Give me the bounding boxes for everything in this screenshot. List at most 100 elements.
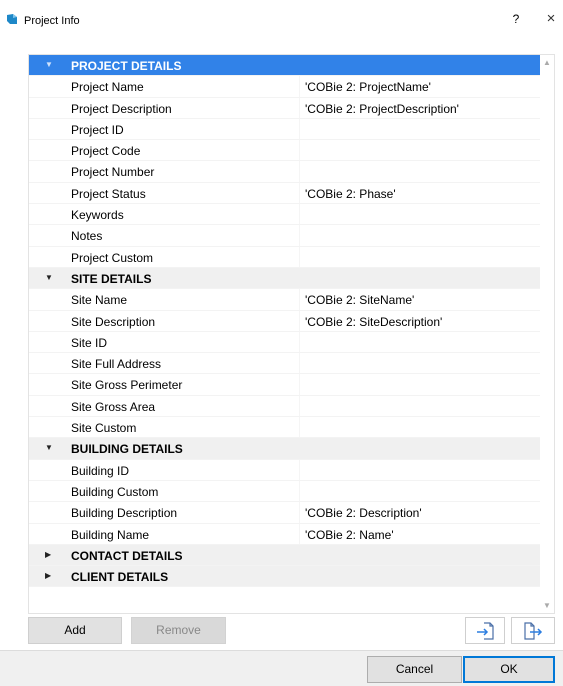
property-value[interactable]: 'COBie 2: SiteName' bbox=[305, 293, 414, 307]
section-header[interactable]: ▶ CLIENT DETAILS bbox=[29, 566, 541, 588]
column-divider bbox=[299, 246, 300, 267]
export-icon bbox=[524, 621, 543, 640]
scroll-down-icon[interactable]: ▼ bbox=[543, 601, 551, 610]
property-row[interactable]: Building ID bbox=[29, 459, 541, 481]
property-row[interactable]: Site Description 'COBie 2: SiteDescriptio… bbox=[29, 310, 541, 332]
ok-button[interactable]: OK bbox=[463, 656, 555, 683]
collapse-caret-icon[interactable]: ▼ bbox=[45, 443, 53, 452]
property-row[interactable]: Site ID bbox=[29, 331, 541, 354]
column-divider bbox=[299, 417, 300, 438]
column-divider bbox=[299, 502, 300, 523]
column-divider bbox=[299, 140, 300, 161]
property-label: Site Gross Area bbox=[71, 399, 156, 414]
property-row[interactable]: Site Name 'COBie 2: SiteName' bbox=[29, 289, 541, 311]
add-button[interactable]: Add bbox=[28, 617, 122, 644]
property-row[interactable]: Project Code bbox=[29, 140, 541, 162]
property-label: Building Description bbox=[71, 506, 178, 521]
property-label: Building Custom bbox=[71, 484, 159, 499]
property-label: Project Description bbox=[71, 101, 172, 116]
expand-caret-icon[interactable]: ▶ bbox=[45, 550, 51, 559]
scroll-up-icon[interactable]: ▲ bbox=[543, 58, 551, 67]
property-value[interactable]: 'COBie 2: SiteDescription' bbox=[305, 315, 442, 329]
property-label: Building ID bbox=[71, 463, 130, 478]
property-value[interactable]: 'COBie 2: Name' bbox=[305, 528, 394, 542]
property-row[interactable]: Project Description 'COBie 2: ProjectDesc… bbox=[29, 97, 541, 119]
vertical-scrollbar[interactable]: ▲ ▼ bbox=[540, 55, 554, 613]
section-title: PROJECT DETAILS bbox=[71, 59, 182, 73]
property-row[interactable]: Project Name 'COBie 2: ProjectName' bbox=[29, 76, 541, 98]
section-header[interactable]: ▼ BUILDING DETAILS bbox=[29, 438, 541, 460]
property-label: Project Number bbox=[71, 165, 155, 180]
section-header[interactable]: ▼ PROJECT DETAILS bbox=[29, 55, 541, 77]
column-divider bbox=[299, 204, 300, 225]
property-row[interactable]: Project Status 'COBie 2: Phase' bbox=[29, 182, 541, 205]
property-row[interactable]: Building Name 'COBie 2: Name' bbox=[29, 523, 541, 545]
column-divider bbox=[299, 310, 300, 331]
close-button[interactable]: × bbox=[544, 10, 558, 27]
column-divider bbox=[299, 523, 300, 544]
section-header[interactable]: ▶ CONTACT DETAILS bbox=[29, 544, 541, 567]
property-label: Project ID bbox=[71, 122, 124, 137]
column-divider bbox=[299, 161, 300, 182]
property-row[interactable]: Project ID bbox=[29, 118, 541, 141]
property-value[interactable]: 'COBie 2: Description' bbox=[305, 506, 422, 520]
property-row[interactable]: Building Description 'COBie 2: Descriptio… bbox=[29, 502, 541, 524]
section-title: CONTACT DETAILS bbox=[71, 548, 183, 563]
property-row[interactable]: Notes bbox=[29, 225, 541, 247]
property-label: Site Description bbox=[71, 314, 156, 329]
property-row[interactable]: Project Custom bbox=[29, 246, 541, 268]
column-divider bbox=[299, 289, 300, 310]
property-row[interactable]: Site Gross Perimeter bbox=[29, 374, 541, 396]
section-title: CLIENT DETAILS bbox=[71, 570, 169, 585]
column-divider bbox=[299, 353, 300, 374]
property-value[interactable]: 'COBie 2: ProjectDescription' bbox=[305, 102, 459, 116]
column-divider bbox=[299, 374, 300, 395]
column-divider bbox=[299, 225, 300, 246]
export-button[interactable] bbox=[511, 617, 555, 644]
property-label: Site Full Address bbox=[71, 357, 162, 372]
column-divider bbox=[299, 395, 300, 417]
section-title: BUILDING DETAILS bbox=[71, 442, 183, 457]
property-row[interactable]: Project Number bbox=[29, 161, 541, 183]
cancel-button[interactable]: Cancel bbox=[367, 656, 462, 683]
property-label: Site ID bbox=[71, 335, 108, 350]
app-icon bbox=[7, 14, 17, 24]
property-label: Project Custom bbox=[71, 250, 154, 265]
property-label: Site Name bbox=[71, 293, 128, 308]
property-row[interactable]: Site Custom bbox=[29, 417, 541, 439]
column-divider bbox=[299, 182, 300, 204]
help-button[interactable]: ? bbox=[510, 12, 522, 26]
property-value[interactable]: 'COBie 2: Phase' bbox=[305, 187, 396, 201]
collapse-caret-icon[interactable]: ▼ bbox=[45, 60, 53, 69]
column-divider bbox=[299, 118, 300, 140]
property-label: Keywords bbox=[71, 208, 124, 223]
window-title: Project Info bbox=[24, 15, 80, 27]
property-row[interactable]: Site Full Address bbox=[29, 353, 541, 375]
expand-caret-icon[interactable]: ▶ bbox=[45, 571, 51, 580]
property-label: Project Code bbox=[71, 144, 141, 159]
property-row[interactable]: Building Custom bbox=[29, 480, 541, 503]
section-title: SITE DETAILS bbox=[71, 271, 152, 286]
column-divider bbox=[299, 459, 300, 480]
property-label: Project Status bbox=[71, 186, 146, 201]
title-bar: Project Info ? × bbox=[0, 0, 563, 38]
import-button[interactable] bbox=[465, 617, 505, 644]
collapse-caret-icon[interactable]: ▼ bbox=[45, 273, 53, 282]
section-header[interactable]: ▼ SITE DETAILS bbox=[29, 267, 541, 290]
import-icon bbox=[477, 621, 494, 640]
remove-button[interactable]: Remove bbox=[131, 617, 226, 644]
column-divider bbox=[299, 97, 300, 118]
property-label: Building Name bbox=[71, 527, 150, 542]
property-grid[interactable]: ▼ PROJECT DETAILS Project Name 'COBie 2: Pr… bbox=[28, 54, 555, 614]
dialog-footer: Cancel OK bbox=[0, 650, 563, 686]
column-divider bbox=[299, 331, 300, 353]
property-label: Site Custom bbox=[71, 421, 137, 436]
property-label: Project Name bbox=[71, 80, 144, 95]
column-divider bbox=[299, 76, 300, 97]
property-label: Site Gross Perimeter bbox=[71, 378, 183, 393]
property-label: Notes bbox=[71, 229, 103, 244]
property-value[interactable]: 'COBie 2: ProjectName' bbox=[305, 80, 431, 94]
column-divider bbox=[299, 480, 300, 502]
property-row[interactable]: Keywords bbox=[29, 204, 541, 226]
property-row[interactable]: Site Gross Area bbox=[29, 395, 541, 418]
